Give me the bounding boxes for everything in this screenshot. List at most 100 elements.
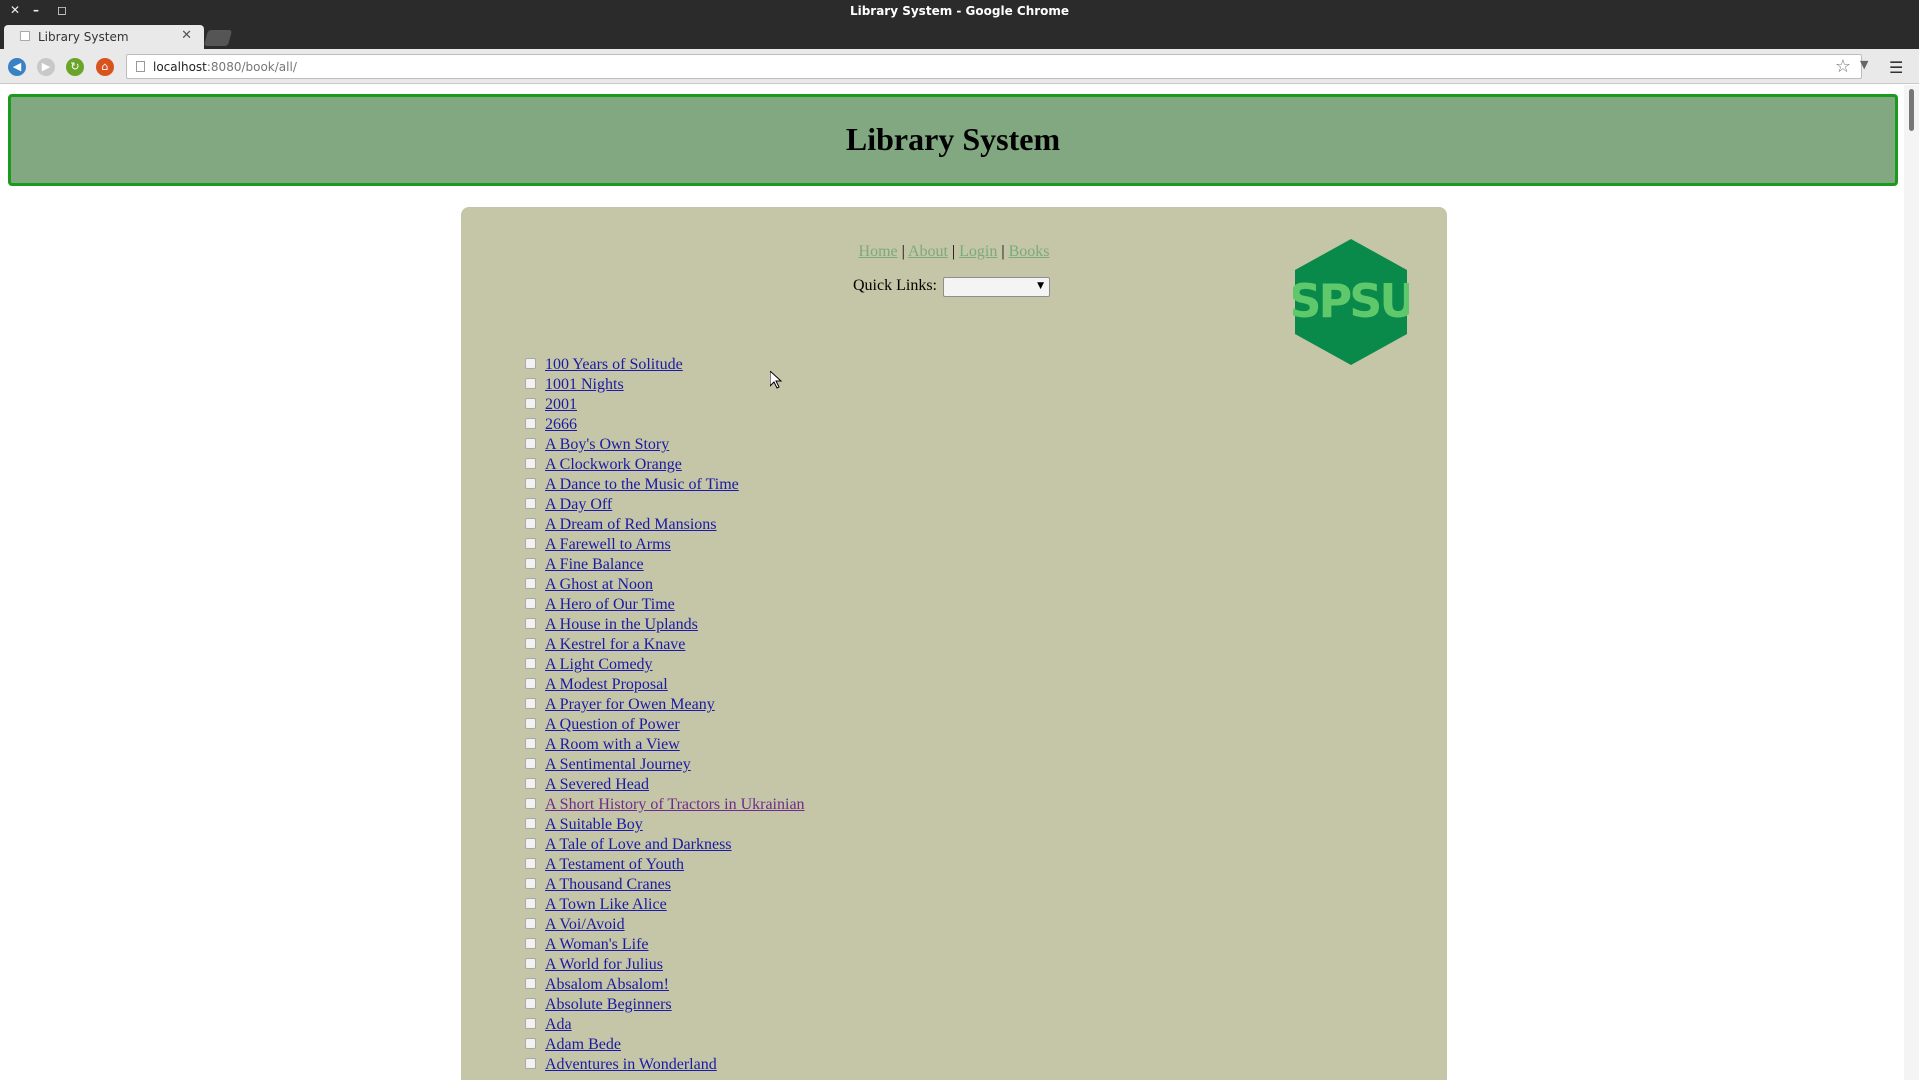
book-link[interactable]: A Sentimental Journey — [545, 755, 691, 775]
page-header: Library System — [8, 94, 1898, 186]
home-icon[interactable]: ⌂ — [96, 58, 114, 76]
book-link[interactable]: Adventures in Wonderland — [545, 1055, 717, 1075]
book-link[interactable]: A Short History of Tractors in Ukrainian — [545, 795, 805, 815]
address-bar[interactable]: localhost:8080/book/all/ ☆ — [126, 54, 1862, 79]
tab-strip: Library System ✕ — [0, 22, 1919, 49]
book-checkbox[interactable] — [525, 358, 536, 369]
book-link[interactable]: 2001 — [545, 395, 577, 415]
book-link[interactable]: A Modest Proposal — [545, 675, 668, 695]
book-checkbox[interactable] — [525, 538, 536, 549]
book-checkbox[interactable] — [525, 578, 536, 589]
book-checkbox[interactable] — [525, 558, 536, 569]
book-link[interactable]: A Hero of Our Time — [545, 595, 675, 615]
book-checkbox[interactable] — [525, 398, 536, 409]
book-checkbox[interactable] — [525, 938, 536, 949]
forward-icon[interactable]: ▶ — [37, 58, 55, 76]
book-checkbox[interactable] — [525, 818, 536, 829]
nav-separator: | — [901, 243, 905, 260]
book-link[interactable]: A Testament of Youth — [545, 855, 684, 875]
logo-text: SPSU — [1293, 274, 1409, 328]
back-icon[interactable]: ◀ — [8, 58, 26, 76]
book-link[interactable]: A Severed Head — [545, 775, 649, 795]
book-checkbox[interactable] — [525, 1018, 536, 1029]
book-link[interactable]: 1001 Nights — [545, 375, 624, 395]
book-checkbox[interactable] — [525, 638, 536, 649]
book-link[interactable]: A Voi/Avoid — [545, 915, 625, 935]
scrollbar-thumb[interactable] — [1909, 89, 1914, 131]
menu-icon[interactable]: ☰ — [1889, 58, 1903, 77]
content-panel: Home | About | Login | Books Quick Links… — [461, 207, 1447, 1080]
book-link[interactable]: A Dream of Red Mansions — [545, 515, 717, 535]
book-checkbox[interactable] — [525, 1058, 536, 1069]
nav-link-about[interactable]: About — [908, 243, 948, 260]
dropdown-arrow-icon[interactable]: ▼ — [1860, 58, 1868, 71]
browser-tab[interactable]: Library System ✕ — [4, 25, 204, 49]
book-link[interactable]: A Question of Power — [545, 715, 680, 735]
book-checkbox[interactable] — [525, 718, 536, 729]
book-link[interactable]: A Woman's Life — [545, 935, 649, 955]
book-checkbox[interactable] — [525, 458, 536, 469]
book-link[interactable]: A Day Off — [545, 495, 612, 515]
nav-separator: | — [1001, 243, 1005, 260]
page-icon — [136, 61, 145, 72]
book-link[interactable]: A Tale of Love and Darkness — [545, 835, 732, 855]
book-checkbox[interactable] — [525, 378, 536, 389]
book-checkbox[interactable] — [525, 838, 536, 849]
book-link[interactable]: A Thousand Cranes — [545, 875, 671, 895]
book-checkbox[interactable] — [525, 418, 536, 429]
book-link[interactable]: A Town Like Alice — [545, 895, 667, 915]
book-link[interactable]: A Dance to the Music of Time — [545, 475, 739, 495]
nav-link-home[interactable]: Home — [859, 243, 898, 260]
book-checkbox[interactable] — [525, 798, 536, 809]
book-checkbox[interactable] — [525, 598, 536, 609]
tab-title: Library System — [38, 30, 129, 44]
book-checkbox[interactable] — [525, 618, 536, 629]
book-checkbox[interactable] — [525, 658, 536, 669]
nav-link-books[interactable]: Books — [1009, 243, 1050, 260]
reload-icon[interactable]: ↻ — [66, 58, 84, 76]
book-checkbox[interactable] — [525, 778, 536, 789]
book-checkbox[interactable] — [525, 738, 536, 749]
book-link[interactable]: Adam Bede — [545, 1035, 621, 1055]
book-checkbox[interactable] — [525, 958, 536, 969]
book-checkbox[interactable] — [525, 898, 536, 909]
book-checkbox[interactable] — [525, 858, 536, 869]
book-checkbox[interactable] — [525, 498, 536, 509]
quick-links-select[interactable]: ▼ — [943, 277, 1050, 297]
book-checkbox[interactable] — [525, 978, 536, 989]
book-checkbox[interactable] — [525, 698, 536, 709]
book-link[interactable]: A Farewell to Arms — [545, 535, 671, 555]
book-checkbox[interactable] — [525, 1038, 536, 1049]
book-link[interactable]: A Boy's Own Story — [545, 435, 669, 455]
new-tab-button[interactable] — [203, 30, 233, 46]
book-link[interactable]: A House in the Uplands — [545, 615, 698, 635]
book-checkbox[interactable] — [525, 758, 536, 769]
book-link[interactable]: A Suitable Boy — [545, 815, 643, 835]
book-link[interactable]: A Room with a View — [545, 735, 680, 755]
book-link[interactable]: A Ghost at Noon — [545, 575, 653, 595]
book-link[interactable]: A Kestrel for a Knave — [545, 635, 685, 655]
book-link[interactable]: Absolute Beginners — [545, 995, 672, 1015]
book-checkbox[interactable] — [525, 878, 536, 889]
book-checkbox[interactable] — [525, 678, 536, 689]
book-link[interactable]: 100 Years of Solitude — [545, 355, 683, 375]
book-checkbox[interactable] — [525, 438, 536, 449]
browser-toolbar: ◀ ▶ ↻ ⌂ localhost:8080/book/all/ ☆ ▼ ☰ — [0, 49, 1919, 84]
book-link[interactable]: A World for Julius — [545, 955, 663, 975]
bookmark-star-icon[interactable]: ☆ — [1835, 56, 1851, 77]
chevron-down-icon: ▼ — [1037, 281, 1044, 291]
book-link[interactable]: A Fine Balance — [545, 555, 644, 575]
book-link[interactable]: A Prayer for Owen Meany — [545, 695, 715, 715]
book-checkbox[interactable] — [525, 518, 536, 529]
page-scrollbar[interactable] — [1904, 85, 1919, 1080]
book-checkbox[interactable] — [525, 918, 536, 929]
book-checkbox[interactable] — [525, 998, 536, 1009]
book-link[interactable]: A Clockwork Orange — [545, 455, 682, 475]
tab-close-icon[interactable]: ✕ — [181, 28, 192, 43]
nav-link-login[interactable]: Login — [959, 243, 997, 260]
book-link[interactable]: 2666 — [545, 415, 577, 435]
book-checkbox[interactable] — [525, 478, 536, 489]
book-link[interactable]: A Light Comedy — [545, 655, 653, 675]
book-link[interactable]: Absalom Absalom! — [545, 975, 669, 995]
book-link[interactable]: Ada — [545, 1015, 572, 1035]
